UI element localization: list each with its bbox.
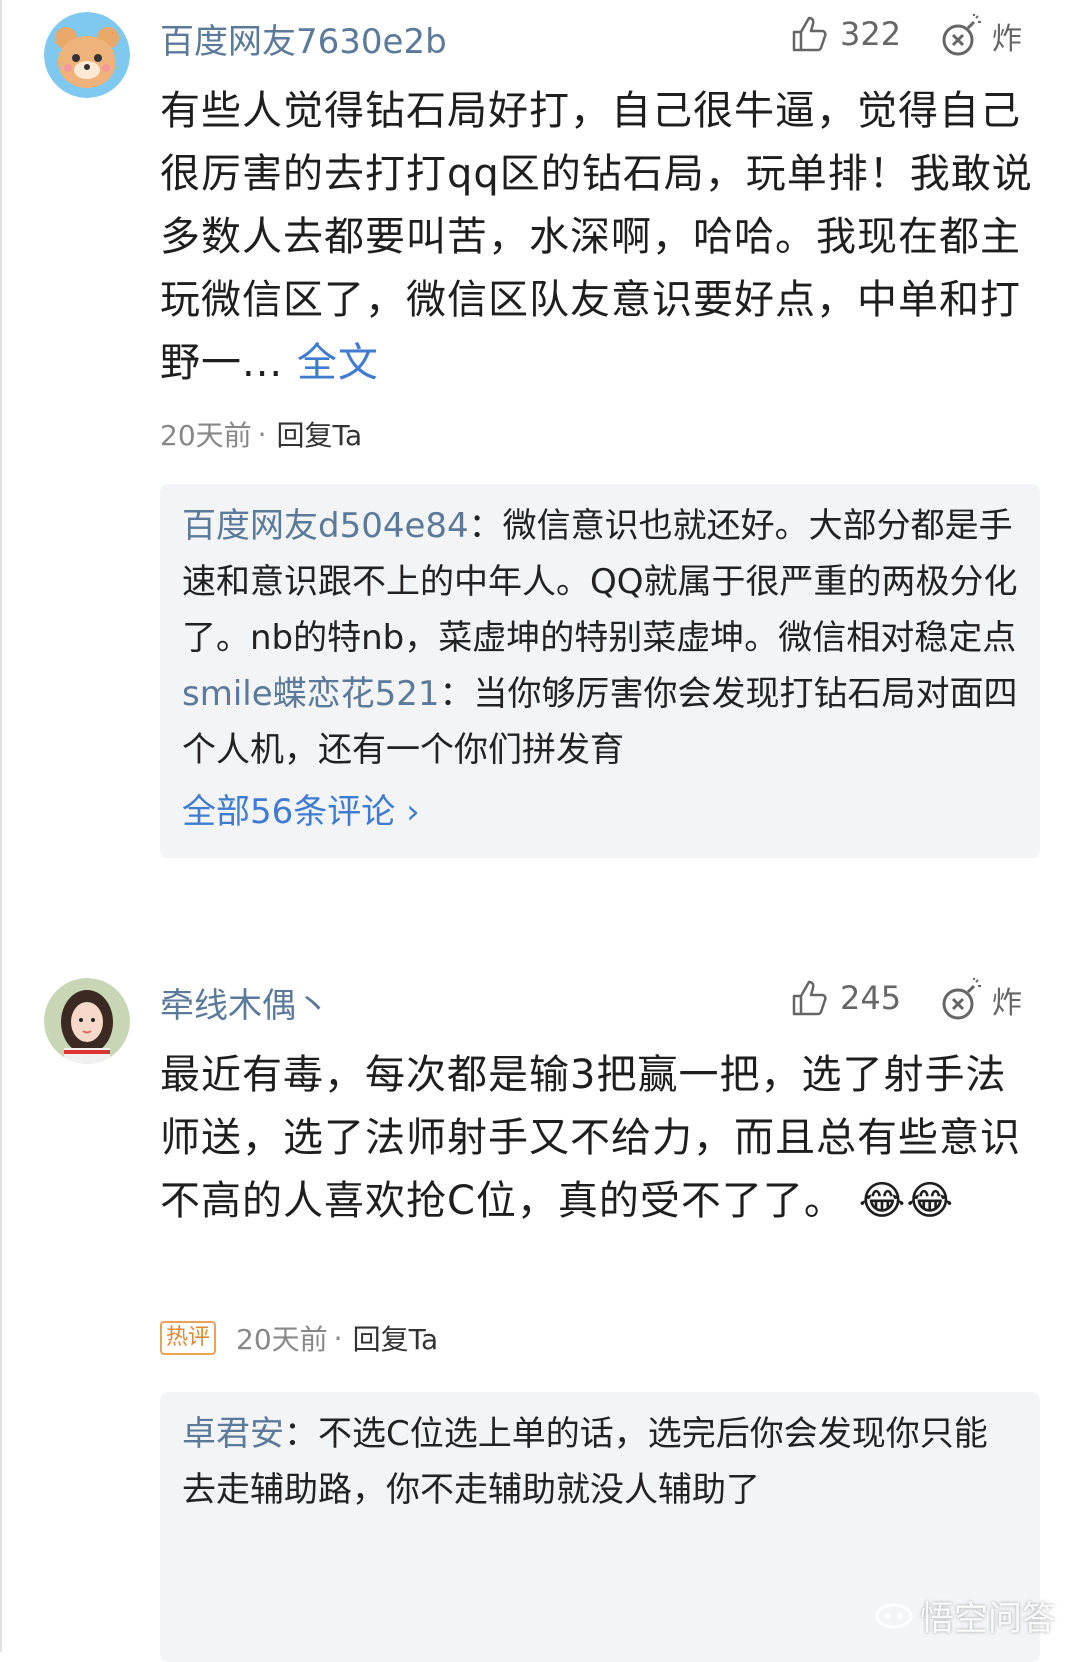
comment-meta: 热评 20天前 · 回复Ta (160, 1318, 438, 1358)
comment-meta: 20天前 · 回复Ta (160, 414, 362, 454)
reply-colon: ： (439, 674, 474, 714)
reply-username[interactable]: 百度网友d504e84 (182, 506, 469, 546)
bomb-label: 炸 (992, 22, 1022, 57)
like-button[interactable]: 245 (790, 978, 901, 1018)
read-more-link[interactable]: 全文 (297, 340, 379, 386)
bomb-icon (942, 978, 981, 1020)
bomb-icon (942, 14, 981, 56)
meta-separator: · (257, 417, 267, 451)
reply-username[interactable]: 卓君安 (182, 1414, 284, 1454)
like-count: 322 (840, 15, 902, 53)
bomb-button[interactable]: 炸 (940, 978, 1022, 1022)
reply-button[interactable]: 回复Ta (353, 1318, 439, 1358)
comment-text-content: 有些人觉得钻石局好打，自己很牛逼，觉得自己很厉害的去打打qq区的钻石局，玩单排！… (160, 88, 1033, 386)
comment-text: 最近有毒，每次都是输3把赢一把，选了射手法师送，选了法师射手又不给力，而且总有些… (160, 1044, 1040, 1233)
comment-time: 20天前 (160, 419, 252, 452)
reply-colon: ： (284, 1414, 318, 1454)
meta-separator: · (333, 1321, 343, 1355)
watermark-text: 悟空问答 (920, 1599, 1056, 1639)
like-button[interactable]: 322 (790, 14, 901, 54)
thumbs-up-icon (792, 16, 827, 52)
wukong-logo-icon (875, 1603, 913, 1628)
bomb-label: 炸 (992, 986, 1022, 1021)
reply-username[interactable]: smile蝶恋花521 (182, 674, 440, 714)
comment-text: 有些人觉得钻石局好打，自己很牛逼，觉得自己很厉害的去打打qq区的钻石局，玩单排！… (160, 80, 1040, 395)
bomb-button[interactable]: 炸 (940, 14, 1022, 58)
chevron-right-icon: › (406, 792, 420, 832)
reply-box: 百度网友d504e84：微信意识也就还好。大部分都是手速和意识跟不上的中年人。Q… (160, 484, 1040, 858)
reply-item[interactable]: 百度网友d504e84：微信意识也就还好。大部分都是手速和意识跟不上的中年人。Q… (182, 498, 1018, 666)
avatar-bear[interactable] (44, 12, 130, 98)
thumbs-up-icon (792, 980, 827, 1016)
watermark: 悟空问答 (874, 1591, 1056, 1640)
avatar-girl[interactable] (44, 978, 130, 1064)
username[interactable]: 牵线木偶丶 (160, 978, 330, 1027)
reply-item[interactable]: smile蝶恋花521：当你够厉害你会发现打钻石局对面四个人机，还有一个你们拼发… (182, 666, 1018, 778)
comment-time: 20天前 (236, 1323, 328, 1356)
reply-button[interactable]: 回复Ta (277, 414, 363, 454)
page-edge-line (0, 0, 2, 1652)
reply-colon: ： (468, 506, 503, 546)
reply-item[interactable]: 卓君安：不选C位选上单的话，选完后你会发现你只能去走辅助路，你不走辅助就没人辅助… (182, 1406, 1018, 1518)
all-replies-label: 全部56条评论 (182, 792, 396, 832)
like-count: 245 (840, 979, 902, 1017)
hot-comment-badge: 热评 (160, 1321, 217, 1355)
all-replies-link[interactable]: 全部56条评论 › (182, 782, 1018, 842)
laughing-emoji-icon: 😂😂 (858, 1178, 955, 1224)
username[interactable]: 百度网友7630e2b (160, 14, 447, 63)
